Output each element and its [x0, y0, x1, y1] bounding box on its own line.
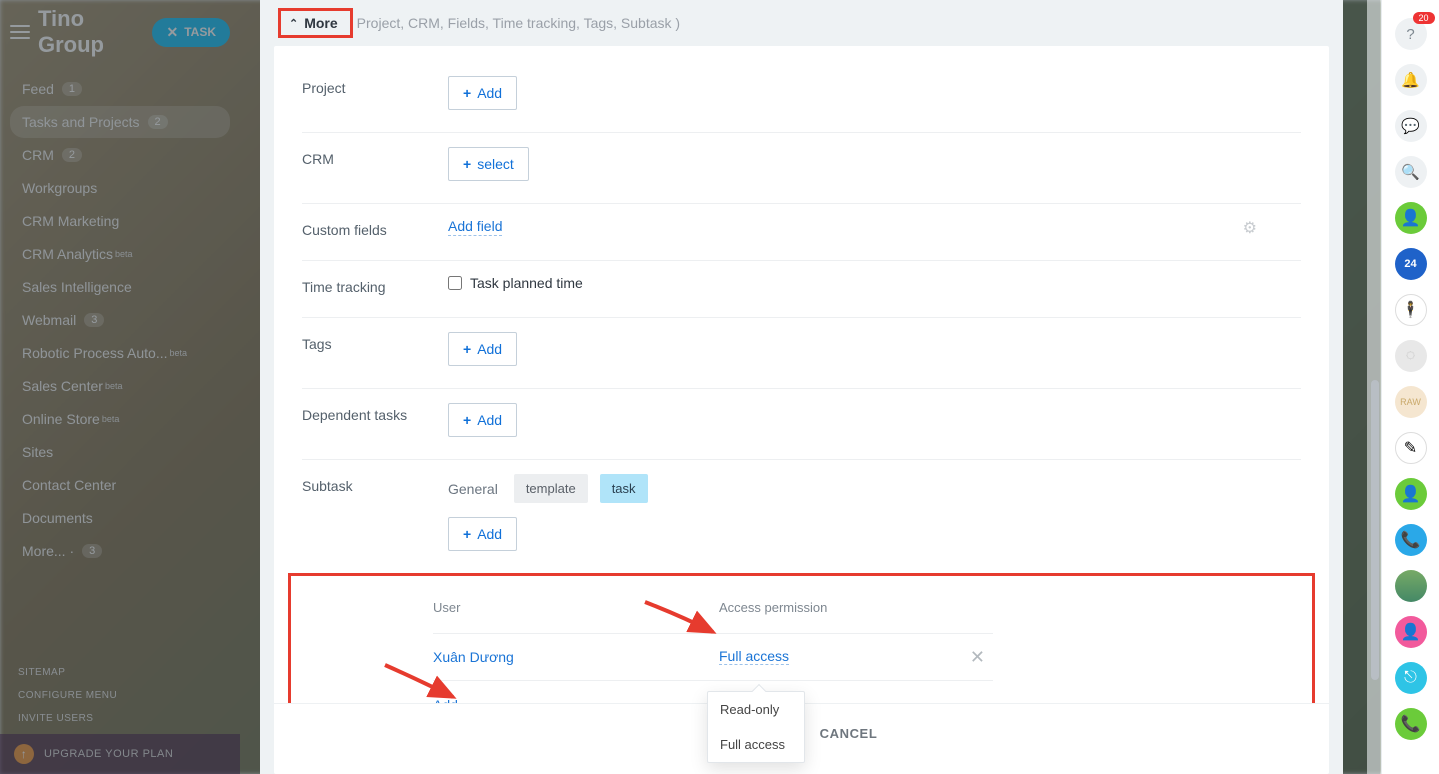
subtask-label: Subtask — [302, 474, 448, 494]
more-crumbs: Project, CRM, Fields, Time tracking, Tag… — [357, 15, 680, 31]
avatar-raw[interactable]: RAW — [1395, 386, 1427, 418]
project-label: Project — [302, 76, 448, 96]
right-rail: ? 🔔 💬 🔍 👤 24 🕴 ◌ RAW ✎ 👤 📞 👤 ⎋ 📞 — [1381, 0, 1439, 774]
custom-fields-label: Custom fields — [302, 218, 448, 238]
dependent-tasks-label: Dependent tasks — [302, 403, 448, 423]
search-icon[interactable]: 🔍 — [1395, 156, 1427, 188]
avatar-24[interactable]: 24 — [1395, 248, 1427, 280]
crm-select-button[interactable]: +select — [448, 147, 529, 181]
planned-time-label: Task planned time — [470, 275, 583, 291]
time-tracking-label: Time tracking — [302, 275, 448, 295]
more-toggle[interactable]: ⌃ More — [278, 8, 353, 38]
avatar-person[interactable]: 🕴 — [1395, 294, 1427, 326]
access-option-fullaccess[interactable]: Full access — [708, 727, 804, 762]
access-option-readonly[interactable]: Read-only — [708, 692, 804, 727]
avatar-grey[interactable]: ◌ — [1395, 340, 1427, 372]
planned-time-checkbox[interactable] — [448, 276, 462, 290]
scrollbar-thumb[interactable] — [1371, 380, 1379, 680]
subtask-task-chip[interactable]: task — [600, 474, 648, 503]
perm-user-name[interactable]: Xuân Dương — [433, 649, 719, 665]
tags-label: Tags — [302, 332, 448, 352]
subtask-template-chip[interactable]: template — [514, 474, 588, 503]
subtask-general-label: General — [448, 481, 498, 497]
crm-label: CRM — [302, 147, 448, 167]
avatar-2[interactable]: 👤 — [1395, 478, 1427, 510]
gear-icon[interactable]: ⚙ — [1243, 218, 1257, 238]
perm-header-access: Access permission — [719, 600, 827, 615]
tags-add-button[interactable]: +Add — [448, 332, 517, 366]
phone-icon-1[interactable]: 📞 — [1395, 524, 1427, 556]
access-dropdown: Read-only Full access — [707, 691, 805, 763]
add-field-link[interactable]: Add field — [448, 218, 502, 236]
dependent-add-button[interactable]: +Add — [448, 403, 517, 437]
avatar-pen[interactable]: ✎ — [1395, 432, 1427, 464]
cancel-button[interactable]: CANCEL — [820, 726, 878, 741]
project-add-button[interactable]: +Add — [448, 76, 517, 110]
phone-icon-2[interactable]: 📞 — [1395, 708, 1427, 740]
perm-access-select[interactable]: Full access — [719, 648, 789, 665]
chat-icon[interactable]: 💬 — [1395, 110, 1427, 142]
logout-icon[interactable]: ⎋ — [1395, 662, 1427, 694]
bell-icon[interactable]: 🔔 — [1395, 64, 1427, 96]
avatar-photo[interactable] — [1395, 570, 1427, 602]
perm-remove-icon[interactable]: ✕ — [970, 647, 985, 668]
perm-header-user: User — [433, 600, 719, 615]
help-icon[interactable]: ? — [1395, 18, 1427, 50]
chevron-up-icon: ⌃ — [289, 17, 298, 30]
avatar-1[interactable]: 👤 — [1395, 202, 1427, 234]
task-modal: ⌃ More Project, CRM, Fields, Time tracki… — [260, 0, 1343, 774]
avatar-pink[interactable]: 👤 — [1395, 616, 1427, 648]
subtask-add-button[interactable]: +Add — [448, 517, 517, 551]
